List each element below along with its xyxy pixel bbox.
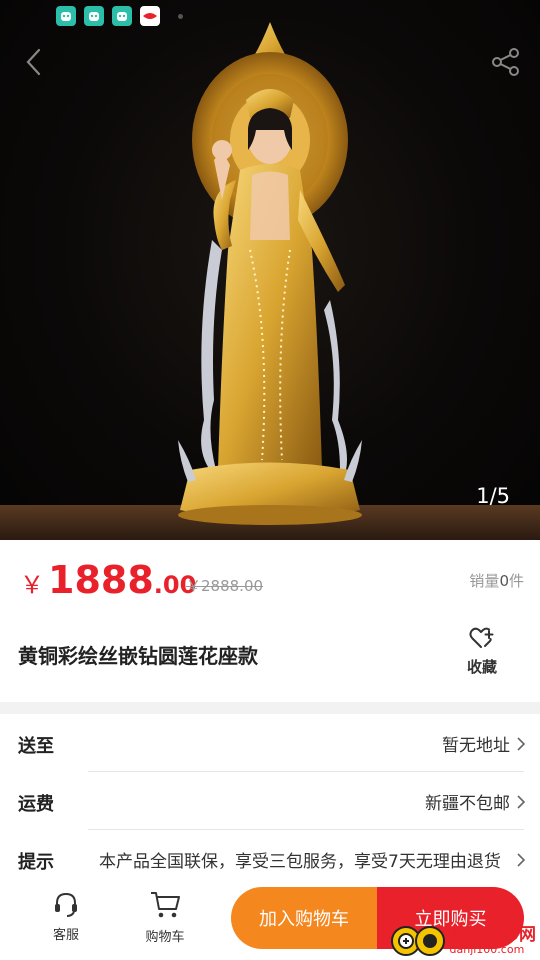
status-bar (56, 6, 183, 26)
product-image (0, 22, 540, 540)
product-title: 黄铜彩绘丝嵌钻圆莲花座款 (18, 644, 258, 668)
watermark-url: danji100.com (449, 943, 525, 956)
favorite-label: 收藏 (466, 658, 497, 676)
tips-label: 提示 (18, 852, 54, 873)
image-counter: 1/5 (476, 484, 510, 508)
watermark-logo-icon (390, 926, 445, 956)
cart-icon (151, 892, 180, 918)
chevron-left-icon (26, 48, 41, 76)
product-image-gallery[interactable]: 1/5 (0, 0, 540, 540)
ship-to-row[interactable]: 送至 暂无地址 (0, 714, 540, 772)
freight-value: 新疆不包邮 (425, 794, 510, 814)
current-price: ￥ 1888 .00 (20, 558, 196, 602)
share-button[interactable] (482, 38, 530, 86)
ship-to-label: 送至 (18, 736, 54, 757)
ship-to-value: 暂无地址 (442, 736, 510, 756)
heart-plus-icon (469, 627, 494, 648)
share-icon (492, 48, 519, 76)
price-card: ￥ 1888 .00 ￥2888.00 销量0件 黄铜彩绘丝嵌钻圆莲花座款 收藏 (0, 540, 540, 702)
more-notifications-dot (178, 13, 183, 19)
back-button[interactable] (10, 38, 58, 86)
favorite-button[interactable]: 收藏 (456, 626, 508, 677)
chevron-right-icon (517, 853, 526, 867)
freight-label: 运费 (18, 794, 54, 815)
news-app-icon (140, 6, 160, 26)
bottom-action-bar: 客服 购物车 加入购物车 立即购买 单机100网 danji100.com (0, 880, 540, 960)
original-price: ￥2888.00 (186, 577, 264, 595)
sales-count: 销量0件 (469, 570, 524, 591)
add-to-cart-button[interactable]: 加入购物车 (231, 887, 377, 949)
app-notification-icon (56, 6, 76, 26)
sales-suffix: 件 (508, 572, 524, 590)
tips-value: 本产品全国联保，享受三包服务，享受7天无理由退货 (99, 852, 501, 872)
sales-prefix: 销量 (469, 572, 500, 590)
price-integer: 1888 (48, 558, 154, 602)
watermark-text: 单机100网 (449, 925, 537, 945)
chevron-right-icon (517, 737, 526, 751)
site-watermark: 单机100网 danji100.com (390, 924, 537, 958)
sales-number: 0 (499, 572, 509, 590)
currency-symbol: ￥ (20, 571, 44, 599)
app-notification-icon (84, 6, 104, 26)
customer-service-label: 客服 (52, 928, 79, 943)
cart-button[interactable]: 购物车 (129, 890, 201, 945)
customer-service-button[interactable]: 客服 (30, 890, 102, 943)
app-notification-icon (112, 6, 132, 26)
cart-label: 购物车 (145, 930, 185, 945)
chevron-right-icon (517, 795, 526, 809)
freight-row[interactable]: 运费 新疆不包邮 (0, 772, 540, 830)
headset-icon (55, 892, 77, 917)
